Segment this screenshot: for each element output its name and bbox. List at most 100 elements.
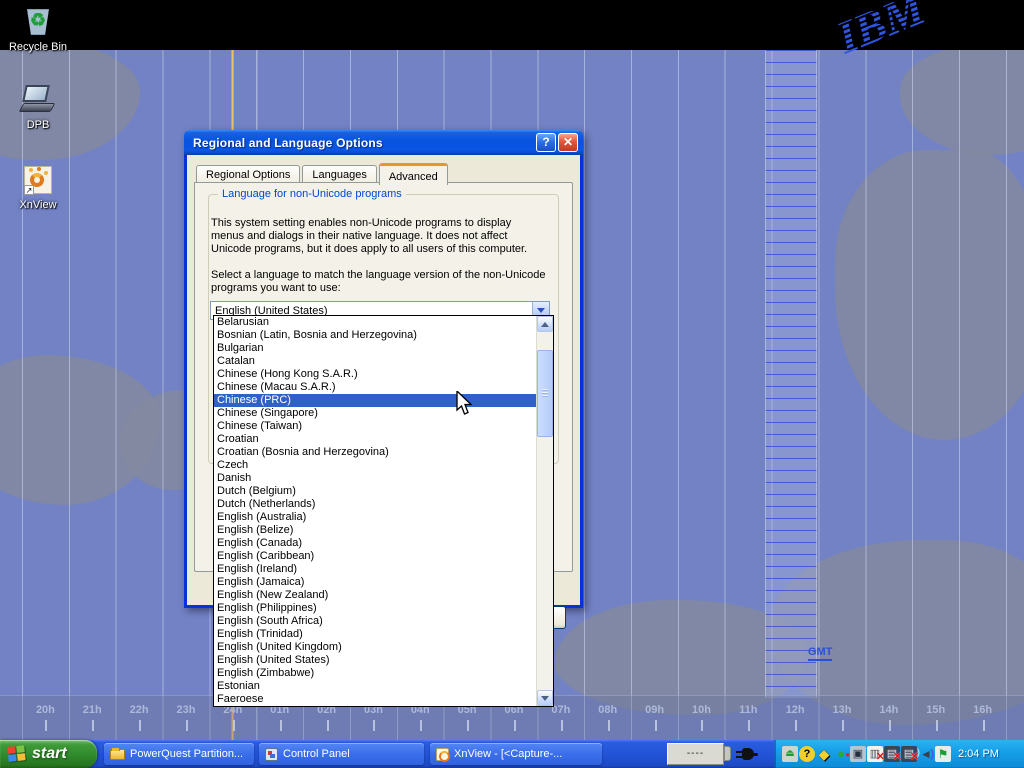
hour-label: 12h xyxy=(772,704,819,716)
description-text: This system setting enables non-Unicode … xyxy=(211,217,547,256)
volume-icon[interactable]: ◄ xyxy=(918,746,934,762)
mouse-cursor xyxy=(456,391,476,417)
language-option[interactable]: Bulgarian xyxy=(214,342,536,355)
taskbar-clock[interactable]: 2:04 PM xyxy=(958,748,999,760)
language-option[interactable]: English (Zimbabwe) xyxy=(214,667,536,680)
taskbar: start PowerQuest Partition... Control Pa… xyxy=(0,740,1024,768)
chart-alert-icon[interactable]: ▥ xyxy=(867,746,883,762)
hour-label: 13h xyxy=(819,704,866,716)
dialog-title: Regional and Language Options xyxy=(193,136,534,150)
ibm-logo-text: IBM xyxy=(829,0,934,64)
landmass xyxy=(835,150,1024,440)
language-option[interactable]: English (Australia) xyxy=(214,511,536,524)
language-option[interactable]: Dutch (Belgium) xyxy=(214,485,536,498)
dialog-tab[interactable]: Advanced xyxy=(379,163,448,185)
status-flag-icon[interactable]: ⚑ xyxy=(935,746,951,762)
icon-label: XnView xyxy=(0,199,76,211)
help-agent-icon[interactable]: ? xyxy=(799,746,815,762)
hour-label: 11h xyxy=(725,704,772,716)
warning-diamond-icon[interactable]: ◆ xyxy=(816,746,832,762)
language-option[interactable]: English (Belize) xyxy=(214,524,536,537)
language-option[interactable]: Danish xyxy=(214,472,536,485)
hour-label: 15h xyxy=(912,704,959,716)
display-error-icon[interactable]: ▤ xyxy=(884,746,900,762)
icon-label: Recycle Bin xyxy=(0,41,76,53)
language-option[interactable]: English (New Zealand) xyxy=(214,589,536,602)
hour-label: 09h xyxy=(631,704,678,716)
help-button[interactable]: ? xyxy=(536,133,556,152)
control-panel-icon xyxy=(265,748,278,761)
laptop-icon xyxy=(21,84,55,116)
gmt-label: GMT xyxy=(808,646,832,661)
language-option[interactable]: English (Trinidad) xyxy=(214,628,536,641)
language-option[interactable]: English (Jamaica) xyxy=(214,576,536,589)
ibm-logo: IBM xyxy=(815,0,1024,67)
system-tray: ⏏ ? ◆ ● ▣ ▥ ▤ ▤) ◄ ⚑ 2:04 PM xyxy=(774,740,1024,768)
hour-label: 23h xyxy=(163,704,210,716)
desktop-icon-dpb[interactable]: DPB xyxy=(0,84,76,131)
groupbox-title: Language for non-Unicode programs xyxy=(218,188,406,200)
language-option[interactable]: English (South Africa) xyxy=(214,615,536,628)
language-option[interactable]: English (United Kingdom) xyxy=(214,641,536,654)
hour-label: 21h xyxy=(69,704,116,716)
language-option[interactable]: English (Canada) xyxy=(214,537,536,550)
network-error-icon[interactable]: ▤) xyxy=(901,746,917,762)
hour-label: 16h xyxy=(959,704,1006,716)
desktop-icon-xnview[interactable]: ↗ XnView xyxy=(0,164,76,211)
language-option[interactable]: Chinese (Singapore) xyxy=(214,407,536,420)
icon-label: DPB xyxy=(0,119,76,131)
status-box-knob xyxy=(724,746,731,761)
hour-label: 10h xyxy=(678,704,725,716)
dialog-titlebar[interactable]: Regional and Language Options ? ✕ xyxy=(184,130,583,155)
network-status-icon[interactable]: ● xyxy=(833,746,849,762)
language-options: BelarusianBosnian (Latin, Bosnia and Her… xyxy=(214,316,536,706)
gmt-meridian-band xyxy=(765,50,817,698)
instruction-text: Select a language to match the language … xyxy=(211,269,547,295)
xnview-icon xyxy=(436,748,449,761)
hour-label: 14h xyxy=(865,704,912,716)
language-option[interactable]: English (Caribbean) xyxy=(214,550,536,563)
lan-connection-icon[interactable]: ▣ xyxy=(850,746,866,762)
scroll-down-button[interactable] xyxy=(537,690,553,706)
start-button[interactable]: start xyxy=(0,740,97,768)
scrollbar-thumb[interactable] xyxy=(537,350,553,437)
language-option[interactable]: Chinese (PRC) xyxy=(214,394,536,407)
list-scrollbar[interactable] xyxy=(536,316,553,706)
tab-strip: Regional OptionsLanguagesAdvanced xyxy=(196,163,450,184)
hour-label: 20h xyxy=(22,704,69,716)
language-option[interactable]: Chinese (Macau S.A.R.) xyxy=(214,381,536,394)
taskbar-task-powerquest[interactable]: PowerQuest Partition... xyxy=(104,743,254,765)
language-option[interactable]: Bosnian (Latin, Bosnia and Herzegovina) xyxy=(214,329,536,342)
language-option[interactable]: English (United States) xyxy=(214,654,536,667)
close-button[interactable]: ✕ xyxy=(558,133,578,152)
language-option[interactable]: Czech xyxy=(214,459,536,472)
language-option[interactable]: English (Philippines) xyxy=(214,602,536,615)
hour-label: 22h xyxy=(116,704,163,716)
desktop-icon-recycle-bin[interactable]: ♻ Recycle Bin xyxy=(0,6,76,53)
safely-remove-hardware-icon[interactable]: ⏏ xyxy=(782,746,798,762)
shortcut-arrow-icon: ↗ xyxy=(24,185,34,195)
language-option[interactable]: Croatian (Bosnia and Herzegovina) xyxy=(214,446,536,459)
chevron-down-icon xyxy=(541,696,549,701)
folder-icon xyxy=(110,749,125,760)
language-option[interactable]: Chinese (Hong Kong S.A.R.) xyxy=(214,368,536,381)
windows-flag-icon xyxy=(7,745,27,763)
language-dropdown-list: BelarusianBosnian (Latin, Bosnia and Her… xyxy=(213,315,554,707)
language-option[interactable]: Chinese (Taiwan) xyxy=(214,420,536,433)
language-option[interactable]: Belarusian xyxy=(214,316,536,329)
start-label: start xyxy=(32,745,67,763)
language-option[interactable]: Estonian xyxy=(214,680,536,693)
chevron-up-icon xyxy=(541,322,549,327)
scroll-up-button[interactable] xyxy=(537,316,553,332)
taskbar-status-box[interactable]: ---- xyxy=(667,743,724,765)
language-option[interactable]: Croatian xyxy=(214,433,536,446)
taskbar-task-xnview[interactable]: XnView - [<Capture-... xyxy=(430,743,602,765)
language-option[interactable]: English (Ireland) xyxy=(214,563,536,576)
language-option[interactable]: Dutch (Netherlands) xyxy=(214,498,536,511)
chevron-down-icon xyxy=(537,308,545,313)
recycle-bin-icon: ♻ xyxy=(21,6,55,38)
power-plug-icon[interactable] xyxy=(736,747,758,761)
taskbar-task-control-panel[interactable]: Control Panel xyxy=(259,743,424,765)
language-option[interactable]: Catalan xyxy=(214,355,536,368)
language-option[interactable]: Faeroese xyxy=(214,693,536,706)
